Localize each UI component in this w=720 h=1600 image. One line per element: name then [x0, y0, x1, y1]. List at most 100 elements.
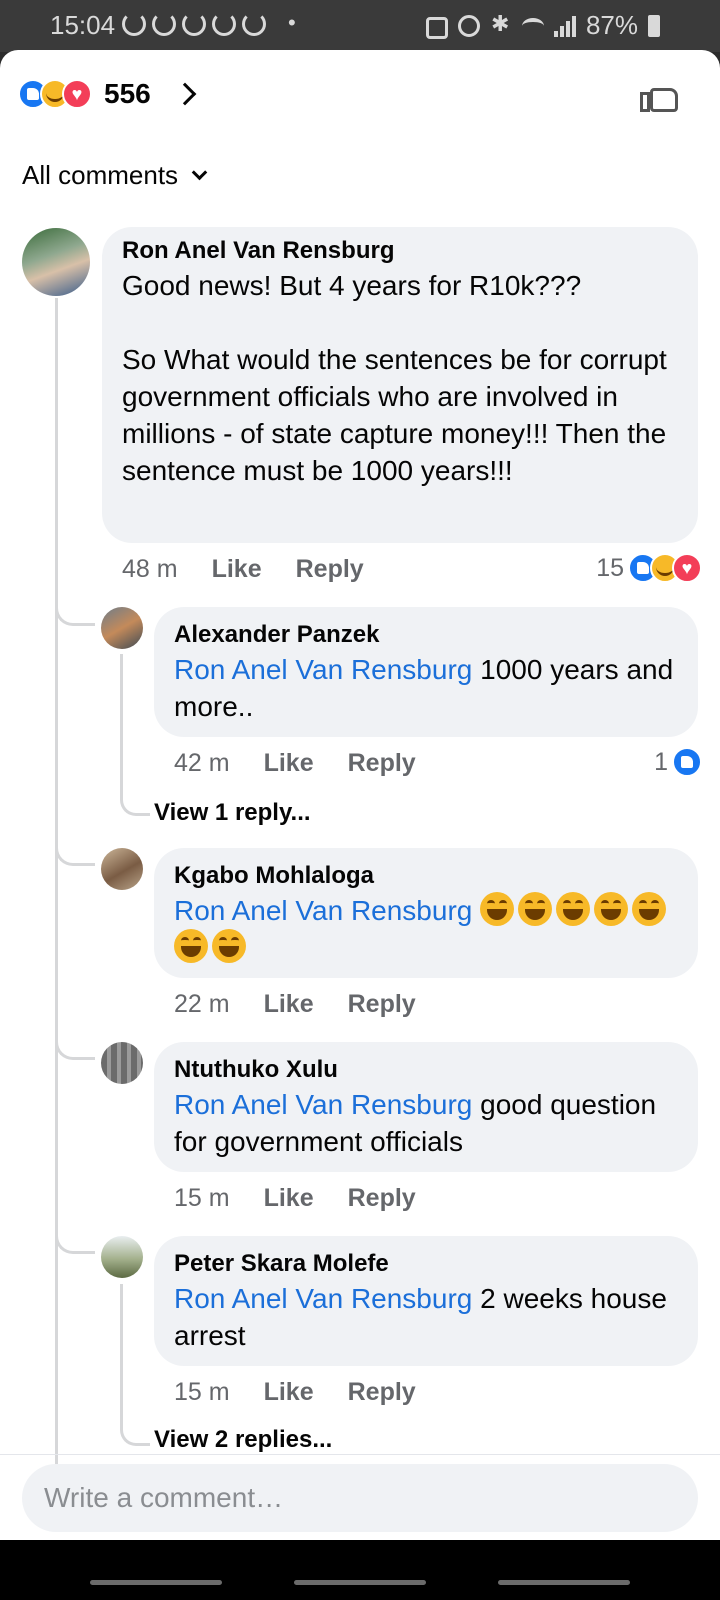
comment-actions: 15 m Like Reply [174, 1184, 450, 1213]
comment-author[interactable]: Kgabo Mohlaloga [174, 860, 678, 892]
notification-icon [212, 12, 236, 36]
lock-icon [425, 16, 448, 39]
more-notifications-dot: • [288, 10, 296, 35]
reaction-count: 556 [104, 78, 151, 109]
comment-time: 15 m [174, 1378, 230, 1406]
mention-link[interactable]: Ron Anel Van Rensburg [174, 654, 472, 685]
notification-icon [122, 12, 146, 36]
tears-of-joy-emoji [594, 892, 629, 926]
nav-back-button[interactable] [498, 1580, 630, 1585]
reactions-summary-button[interactable]: 556 [18, 78, 197, 110]
tears-of-joy-emoji [632, 892, 667, 926]
battery-percent: 87% [585, 10, 638, 40]
mention-link[interactable]: Ron Anel Van Rensburg [174, 1089, 472, 1120]
comment-time: 15 m [174, 1184, 230, 1212]
like-icon [672, 747, 702, 777]
comment-author[interactable]: Ron Anel Van Rensburg [122, 235, 678, 267]
nav-home-button[interactable] [294, 1580, 426, 1585]
notification-icon [152, 12, 176, 36]
system-icons: 87% [425, 10, 660, 41]
comment-author[interactable]: Peter Skara Molefe [174, 1248, 678, 1280]
thread-connector [55, 836, 95, 866]
chevron-down-icon [191, 164, 208, 181]
like-button[interactable]: Like [264, 990, 314, 1019]
reply-button[interactable]: Reply [348, 1184, 416, 1213]
reaction-count: 15 [596, 553, 624, 582]
alarm-icon [457, 14, 480, 37]
reply-button[interactable]: Reply [348, 990, 416, 1019]
composer-divider [0, 1454, 720, 1455]
tears-of-joy-emoji [174, 929, 208, 963]
system-nav-bar [0, 1540, 720, 1600]
view-replies-link[interactable]: View 2 replies... [154, 1426, 332, 1454]
tears-of-joy-emoji [518, 892, 553, 926]
like-post-button[interactable] [640, 76, 680, 114]
comment-actions: 42 m Like Reply [174, 749, 450, 778]
comment-text: Ron Anel Van Rensburg [174, 892, 678, 966]
reaction-count: 1 [654, 747, 668, 776]
thread-connector [55, 1030, 95, 1060]
thread-connector [55, 596, 95, 626]
comment-input[interactable] [22, 1464, 698, 1532]
reply-button[interactable]: Reply [348, 749, 416, 778]
tears-of-joy-emoji [480, 892, 515, 926]
avatar[interactable] [101, 848, 143, 890]
chevron-right-icon [173, 82, 197, 106]
comment-filter-dropdown[interactable]: All comments [22, 160, 208, 191]
thread-line [55, 298, 58, 1508]
notification-icon [242, 12, 266, 36]
wifi-icon [521, 17, 544, 34]
comment-bubble: Ntuthuko Xulu Ron Anel Van Rensburg good… [154, 1042, 698, 1172]
tears-of-joy-emoji [556, 892, 591, 926]
comment-actions: 22 m Like Reply [174, 990, 450, 1019]
signal-icon [553, 15, 576, 37]
mention-link[interactable]: Ron Anel Van Rensburg [174, 1283, 472, 1314]
mention-link[interactable]: Ron Anel Van Rensburg [174, 895, 472, 926]
bluetooth-icon [490, 11, 512, 37]
comment-time: 22 m [174, 990, 230, 1018]
comment-text: Good news! But 4 years for R10k??? So Wh… [122, 270, 667, 486]
battery-charging-icon [648, 14, 660, 37]
view-replies-link[interactable]: View 1 reply... [154, 799, 311, 827]
reply-button[interactable]: Reply [296, 555, 364, 584]
thread-connector [55, 1224, 95, 1254]
comment-composer[interactable] [22, 1464, 698, 1532]
comment-actions: 48 m Like Reply [122, 555, 398, 584]
like-button[interactable]: Like [264, 1378, 314, 1407]
like-outline-icon [640, 92, 650, 112]
comment-text: Ron Anel Van Rensburg good question for … [174, 1089, 657, 1157]
avatar[interactable] [101, 1236, 143, 1278]
like-button[interactable]: Like [212, 555, 262, 584]
comment-text: Ron Anel Van Rensburg 2 weeks house arre… [174, 1283, 667, 1351]
comment-bubble: Ron Anel Van Rensburg Good news! But 4 y… [102, 227, 698, 543]
comment-author[interactable]: Ntuthuko Xulu [174, 1054, 678, 1086]
avatar[interactable] [22, 228, 90, 296]
notification-icon [182, 12, 206, 36]
filter-label: All comments [22, 160, 179, 190]
comment-bubble: Peter Skara Molefe Ron Anel Van Rensburg… [154, 1236, 698, 1366]
comment-reactions[interactable]: 15 [596, 553, 702, 583]
status-bar: 15:04 • 87% [0, 0, 720, 52]
like-button[interactable]: Like [264, 749, 314, 778]
reply-thread-line [120, 654, 150, 816]
comment-actions: 15 m Like Reply [174, 1378, 450, 1407]
like-button[interactable]: Like [264, 1184, 314, 1213]
comments-sheet: 556 All comments Ron Anel Van Rensburg G… [0, 50, 720, 1540]
comment-text: Ron Anel Van Rensburg 1000 years and mor… [174, 654, 674, 722]
comment-time: 48 m [122, 555, 178, 583]
comment-time: 42 m [174, 749, 230, 777]
comment-bubble: Alexander Panzek Ron Anel Van Rensburg 1… [154, 607, 698, 737]
reply-thread-line [120, 1284, 150, 1446]
nav-recents-button[interactable] [90, 1580, 222, 1585]
reply-button[interactable]: Reply [348, 1378, 416, 1407]
tears-of-joy-emoji [212, 929, 246, 963]
love-icon [672, 553, 702, 583]
comment-reactions[interactable]: 1 [654, 747, 702, 777]
comment-bubble: Kgabo Mohlaloga Ron Anel Van Rensburg [154, 848, 698, 978]
notification-icons [122, 12, 266, 36]
love-icon [62, 79, 92, 109]
avatar[interactable] [101, 1042, 143, 1084]
status-time: 15:04 [50, 10, 116, 40]
avatar[interactable] [101, 607, 143, 649]
comment-author[interactable]: Alexander Panzek [174, 619, 678, 651]
